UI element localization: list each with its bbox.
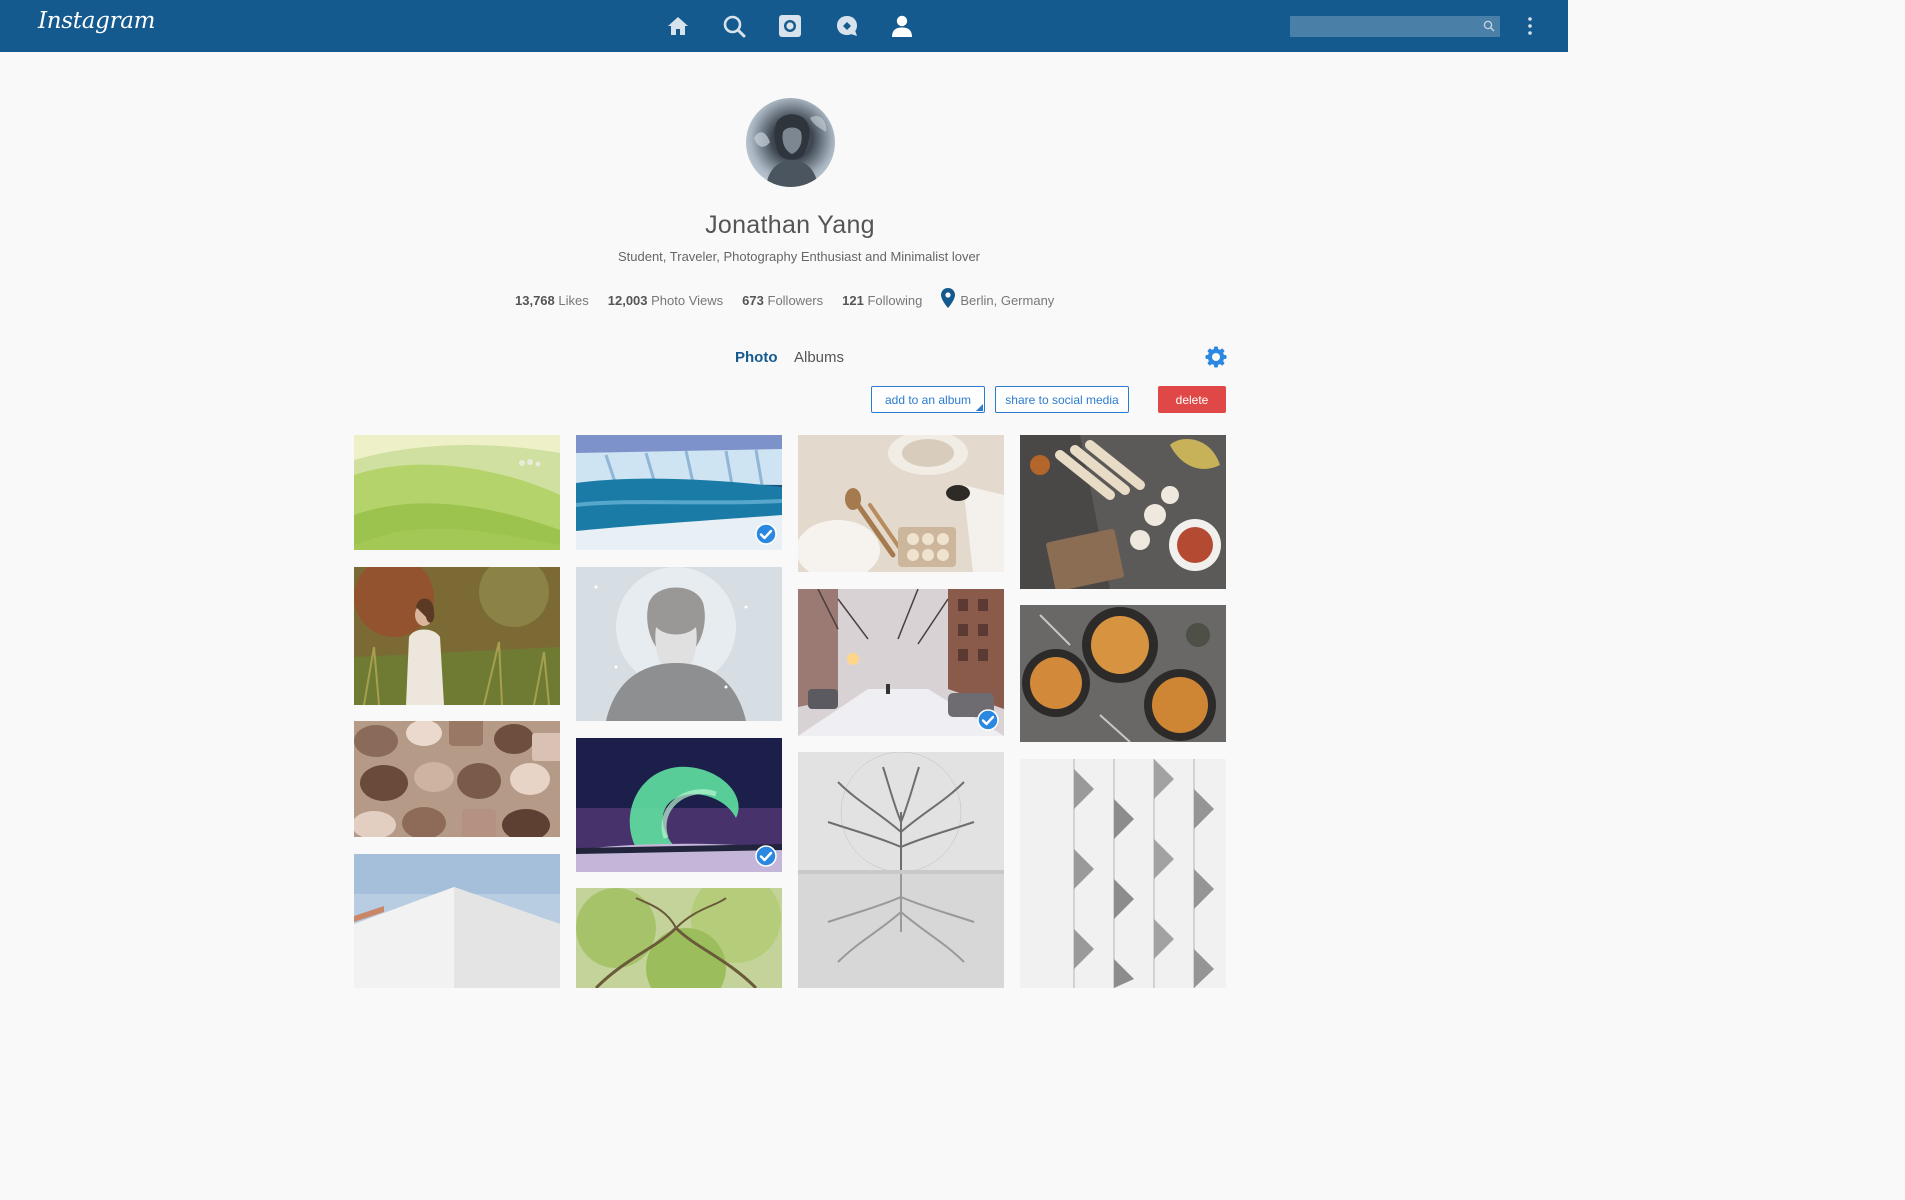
tab-photo[interactable]: Photo <box>735 349 778 366</box>
photo-item[interactable] <box>354 721 560 837</box>
photo-image <box>576 567 782 721</box>
photo-image <box>576 738 782 872</box>
share-social-label: share to social media <box>1005 392 1119 407</box>
stat-likes: 13,768 Likes <box>515 292 589 308</box>
gear-icon[interactable] <box>1205 346 1227 368</box>
photo-item[interactable] <box>576 435 782 550</box>
top-navigation-bar: Instagram <box>0 0 1568 52</box>
photo-item[interactable] <box>1020 759 1226 988</box>
avatar-portrait <box>754 114 827 187</box>
chat-icon[interactable] <box>835 14 859 38</box>
photo-image <box>1020 605 1226 742</box>
photo-item[interactable] <box>1020 605 1226 742</box>
stat-following[interactable]: 121 Following <box>842 293 922 308</box>
delete-label: delete <box>1175 392 1209 407</box>
photo-item[interactable] <box>354 854 560 988</box>
photo-image <box>576 435 782 550</box>
share-social-button[interactable]: share to social media <box>995 386 1129 413</box>
search-icon[interactable] <box>722 14 746 38</box>
home-icon[interactable] <box>666 14 690 38</box>
tab-albums[interactable]: Albums <box>794 349 844 366</box>
photo-image <box>354 567 560 705</box>
photo-item[interactable] <box>1020 435 1226 589</box>
profile-location: Berlin, Germany <box>960 292 1055 308</box>
profile-bio: Student, Traveler, Photography Enthusias… <box>617 249 981 264</box>
photo-item[interactable] <box>576 888 782 988</box>
profile-icon[interactable] <box>890 14 914 38</box>
search-input-icon <box>1483 20 1495 32</box>
photo-image <box>354 435 560 550</box>
add-to-album-label: add to an album <box>884 392 972 407</box>
camera-icon[interactable] <box>778 14 802 38</box>
photo-item[interactable] <box>576 738 782 872</box>
profile-stats: 13,768 Likes 12,003 Photo Views 673 Foll… <box>515 288 1055 309</box>
photo-item[interactable] <box>798 752 1004 988</box>
photo-image <box>354 854 560 988</box>
photo-image <box>354 721 560 837</box>
selected-check-icon[interactable] <box>755 523 777 545</box>
profile-avatar[interactable] <box>746 98 835 187</box>
photo-image <box>576 888 782 988</box>
stat-followers[interactable]: 673 Followers <box>742 293 823 308</box>
photo-item[interactable] <box>798 589 1004 736</box>
photo-item[interactable] <box>354 435 560 550</box>
photo-item[interactable] <box>576 567 782 721</box>
photo-image <box>798 589 1004 736</box>
stat-photo-views: 12,003 Photo Views <box>607 292 724 308</box>
delete-button[interactable]: delete <box>1158 386 1226 413</box>
photo-item[interactable] <box>354 567 560 705</box>
photo-image <box>798 435 1004 572</box>
selected-check-icon[interactable] <box>977 709 999 731</box>
photo-image <box>1020 759 1226 988</box>
selected-check-icon[interactable] <box>755 845 777 867</box>
add-to-album-button[interactable]: add to an album <box>871 386 985 413</box>
photo-image <box>1020 435 1226 589</box>
location-pin-icon <box>941 288 956 308</box>
profile-name: Jonathan Yang <box>705 211 875 239</box>
more-options-icon[interactable] <box>1522 15 1538 37</box>
photo-item[interactable] <box>798 435 1004 572</box>
dropdown-corner-indicator <box>976 404 983 411</box>
instagram-logo[interactable]: Instagram <box>38 8 156 34</box>
search-input[interactable] <box>1290 16 1500 37</box>
photo-image <box>798 752 1004 988</box>
